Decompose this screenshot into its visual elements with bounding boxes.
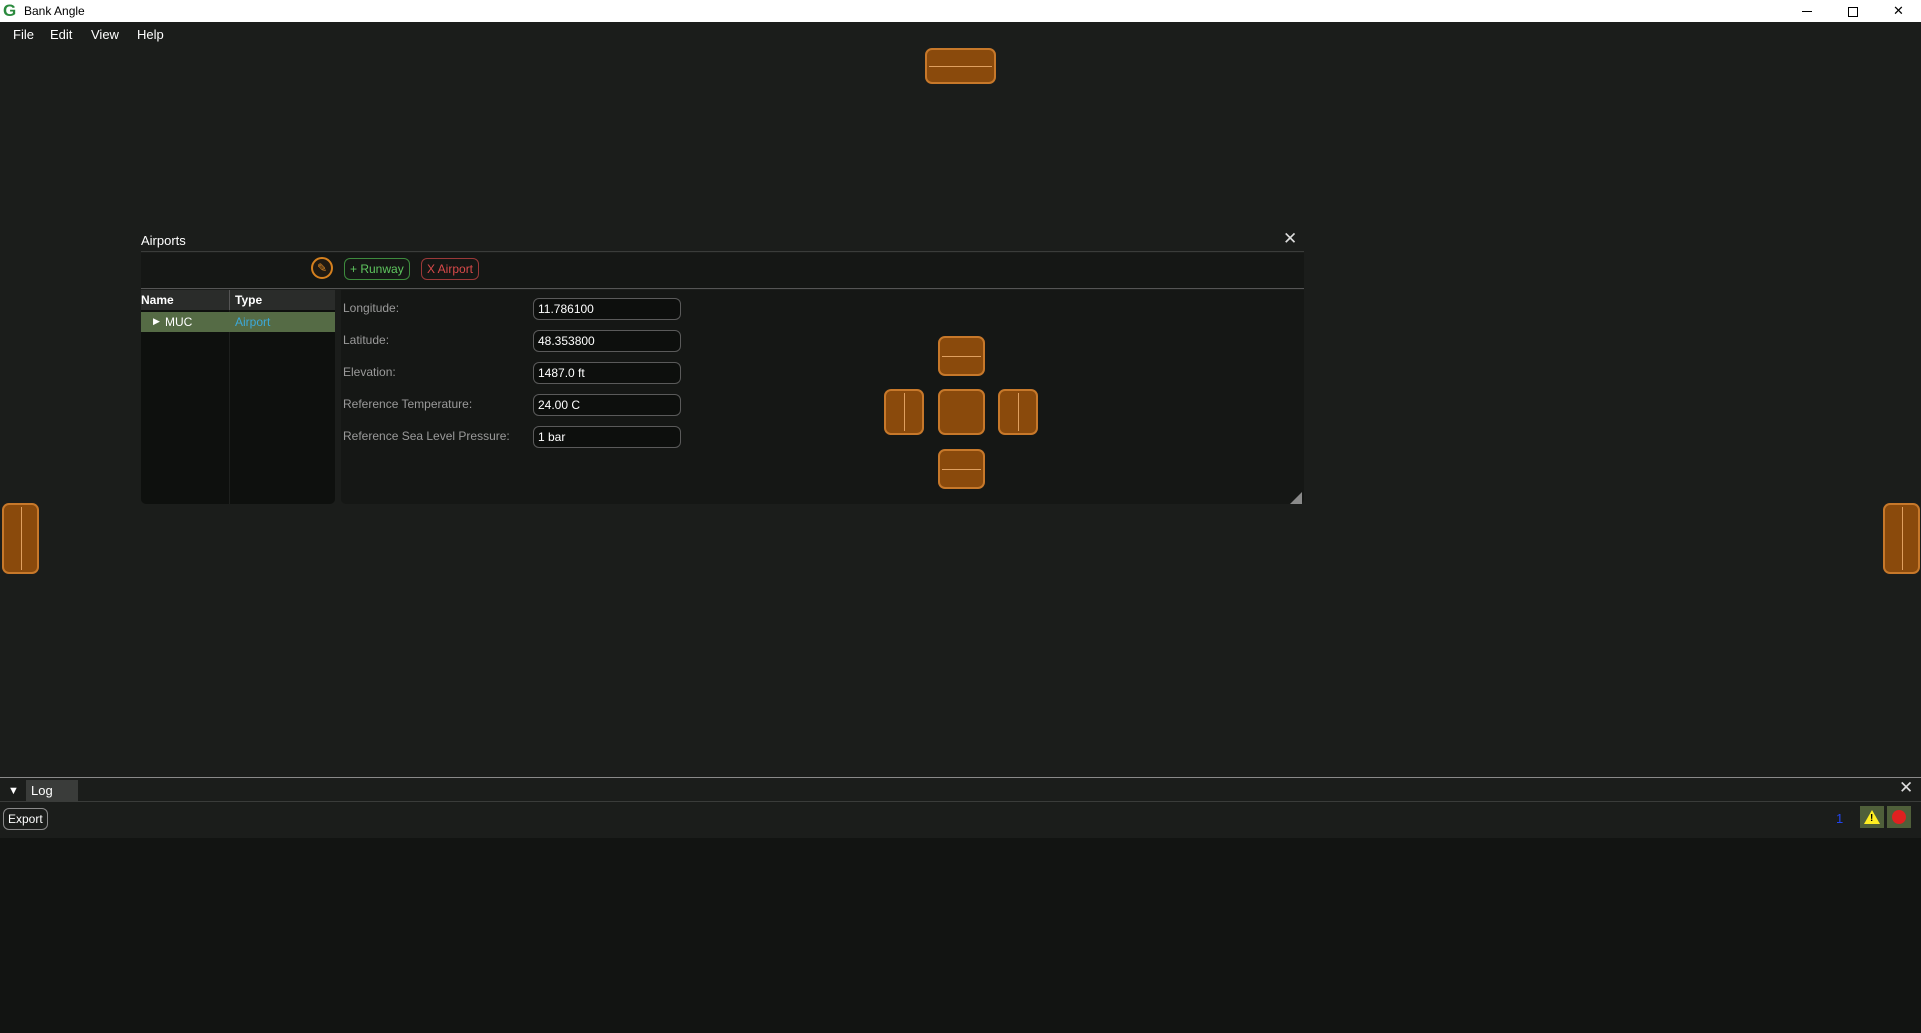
- latitude-field[interactable]: [533, 330, 681, 352]
- row-name: MUC: [165, 315, 193, 329]
- log-close-button[interactable]: ✕: [1899, 779, 1913, 797]
- dock-compass-left[interactable]: [884, 389, 924, 435]
- close-icon: ✕: [1893, 3, 1904, 18]
- log-tab[interactable]: Log: [26, 780, 78, 801]
- remove-airport-button[interactable]: X Airport: [421, 258, 480, 280]
- add-runway-button[interactable]: + Runway: [344, 258, 410, 280]
- close-icon: ✕: [1899, 778, 1914, 797]
- menu-help[interactable]: Help: [137, 27, 164, 42]
- toolbar-divider: [141, 288, 1304, 289]
- column-divider[interactable]: [229, 290, 230, 310]
- panel-divider: [141, 251, 1304, 252]
- warning-filter-button[interactable]: !: [1860, 806, 1884, 828]
- log-output-area[interactable]: [0, 838, 1921, 1033]
- properties-area: [341, 290, 1304, 504]
- maximize-button[interactable]: [1830, 0, 1875, 22]
- row-type: Airport: [235, 315, 271, 329]
- latitude-label: Latitude:: [343, 333, 390, 347]
- minimize-button[interactable]: [1784, 0, 1829, 22]
- dock-compass-top[interactable]: [938, 336, 985, 376]
- reference-pressure-label: Reference Sea Level Pressure:: [343, 429, 510, 443]
- dock-compass-bottom[interactable]: [938, 449, 985, 489]
- resize-grip-icon[interactable]: [1290, 492, 1302, 504]
- expand-arrow-icon[interactable]: ▶: [153, 316, 160, 327]
- reference-temperature-label: Reference Temperature:: [343, 397, 473, 411]
- collapse-icon[interactable]: ▼: [8, 785, 19, 797]
- close-window-button[interactable]: ✕: [1876, 0, 1921, 22]
- airport-tree: Name Type ▶ MUC Airport: [141, 290, 335, 504]
- maximize-icon: [1847, 6, 1858, 17]
- minimize-icon: [1801, 11, 1812, 13]
- pencil-icon: ✎: [316, 261, 328, 275]
- menu-bar: File Edit View Help: [0, 22, 1921, 46]
- elevation-field[interactable]: [533, 362, 681, 384]
- elevation-label: Elevation:: [343, 365, 396, 379]
- log-tab-label: Log: [31, 783, 53, 798]
- info-count[interactable]: 1: [1836, 811, 1843, 826]
- column-name-header[interactable]: Name: [141, 293, 174, 307]
- reference-temperature-field[interactable]: [533, 394, 681, 416]
- dock-compass-center[interactable]: [938, 389, 985, 435]
- menu-view[interactable]: View: [91, 27, 119, 42]
- longitude-field[interactable]: [533, 298, 681, 320]
- dock-right-tab[interactable]: [1883, 503, 1920, 574]
- export-button[interactable]: Export: [3, 808, 48, 830]
- menu-file[interactable]: File: [13, 27, 34, 42]
- tree-header: Name Type: [141, 290, 335, 310]
- column-line: [229, 310, 230, 504]
- reference-pressure-field[interactable]: [533, 426, 681, 448]
- title-bar: G Bank Angle ✕: [0, 0, 1921, 22]
- edit-button[interactable]: ✎: [311, 257, 333, 279]
- error-filter-button[interactable]: [1887, 806, 1911, 828]
- log-toolbar: [0, 802, 1921, 837]
- airports-panel-close-button[interactable]: ✕: [1283, 230, 1297, 248]
- dock-left-tab[interactable]: [2, 503, 39, 574]
- dock-top-tab[interactable]: [925, 48, 996, 84]
- dock-compass-right[interactable]: [998, 389, 1038, 435]
- log-panel-border: [0, 777, 1921, 778]
- warning-icon: !: [1870, 813, 1874, 824]
- airports-panel-title: Airports: [141, 233, 186, 248]
- longitude-label: Longitude:: [343, 301, 400, 315]
- app-logo-icon: G: [3, 1, 17, 20]
- tree-row[interactable]: ▶ MUC Airport: [141, 312, 335, 332]
- close-icon: ✕: [1283, 229, 1298, 248]
- column-type-header[interactable]: Type: [235, 293, 262, 307]
- window-title: Bank Angle: [24, 4, 85, 18]
- menu-edit[interactable]: Edit: [50, 27, 72, 42]
